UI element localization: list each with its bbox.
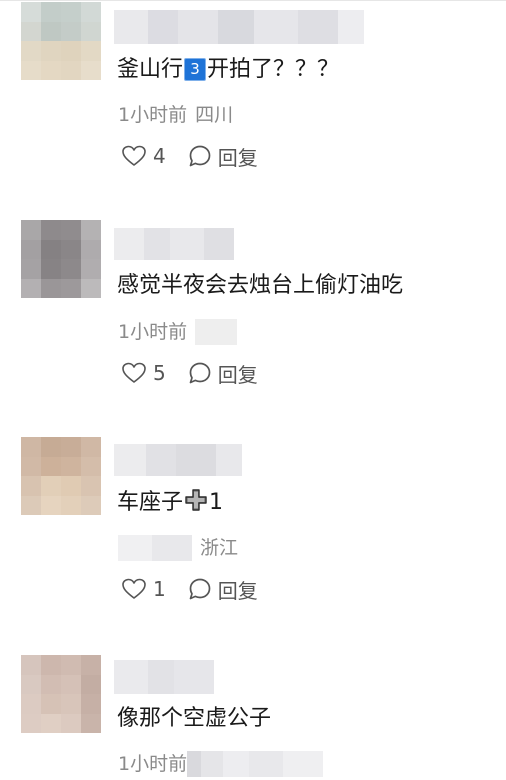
comment-text: 釜山行 3 开拍了？？？ [117, 55, 339, 85]
comment-list: 釜山行 3 开拍了？？？ 1小时前 四川 4 回复 感觉半夜会去烛台上偷灯油吃 … [0, 0, 506, 780]
username[interactable] [114, 660, 214, 694]
speech-bubble-icon [189, 578, 211, 600]
reply-label: 回复 [217, 145, 258, 170]
reply-button[interactable]: 回复 [188, 142, 258, 171]
comment-actions: 4 回复 [121, 142, 258, 171]
location-blurred [195, 319, 238, 345]
location-blurred [249, 751, 284, 777]
heart-icon [122, 578, 146, 599]
like-count: 4 [153, 144, 166, 168]
location: 四川 [195, 104, 234, 126]
location-blurred [187, 751, 202, 777]
comment-meta: 1小时前 [118, 751, 324, 777]
heavy-plus-icon [185, 489, 207, 511]
heart-icon [122, 145, 146, 166]
like-count: 1 [153, 577, 166, 601]
comment-text-part: 开拍了？？？ [207, 57, 340, 82]
comment-text-part: 釜山行 [117, 57, 184, 82]
speech-bubble-icon [189, 145, 211, 167]
comment-meta: 浙江 [118, 535, 238, 561]
timestamp-blurred [152, 535, 192, 561]
username[interactable] [114, 228, 234, 260]
avatar[interactable] [21, 655, 101, 733]
heart-icon [122, 362, 146, 383]
reply-label: 回复 [217, 362, 258, 387]
reply-button[interactable]: 回复 [188, 575, 258, 604]
comment-text-part: 车座子 [117, 490, 184, 515]
comment-actions: 1 回复 [121, 575, 258, 604]
like-button[interactable]: 4 [121, 144, 166, 168]
timestamp: 1小时前 [118, 753, 188, 775]
comment-text: 感觉半夜会去烛台上偷灯油吃 [117, 271, 403, 301]
timestamp-blurred [118, 535, 152, 561]
keycap-3-icon: 3 [184, 58, 207, 81]
like-button[interactable]: 5 [121, 361, 166, 385]
reply-button[interactable]: 回复 [188, 359, 258, 388]
like-button[interactable]: 1 [121, 577, 166, 601]
like-count: 5 [153, 361, 166, 385]
avatar[interactable] [21, 2, 101, 80]
timestamp: 1小时前 [118, 321, 188, 343]
comment-text: 车座子 1 [117, 488, 223, 518]
comment-meta: 1小时前 四川 [118, 103, 233, 127]
comment-meta: 1小时前 [118, 319, 238, 345]
timestamp: 1小时前 [118, 104, 188, 126]
comment-text-part: 1 [209, 490, 224, 515]
username[interactable] [114, 444, 242, 476]
location-blurred [223, 751, 250, 777]
location-blurred [283, 751, 324, 777]
username[interactable] [114, 10, 364, 44]
comment-text-part: 感觉半夜会去烛台上偷灯油吃 [117, 273, 404, 298]
comment-actions: 5 回复 [121, 359, 258, 388]
avatar[interactable] [21, 437, 101, 515]
reply-label: 回复 [217, 578, 258, 603]
location: 浙江 [200, 537, 239, 559]
divider [0, 0, 506, 1]
comment-text: 像那个空虚公子 [117, 704, 271, 734]
location-blurred [201, 751, 224, 777]
speech-bubble-icon [189, 362, 211, 384]
comment-text-part: 像那个空虚公子 [117, 706, 272, 731]
avatar[interactable] [21, 220, 101, 298]
